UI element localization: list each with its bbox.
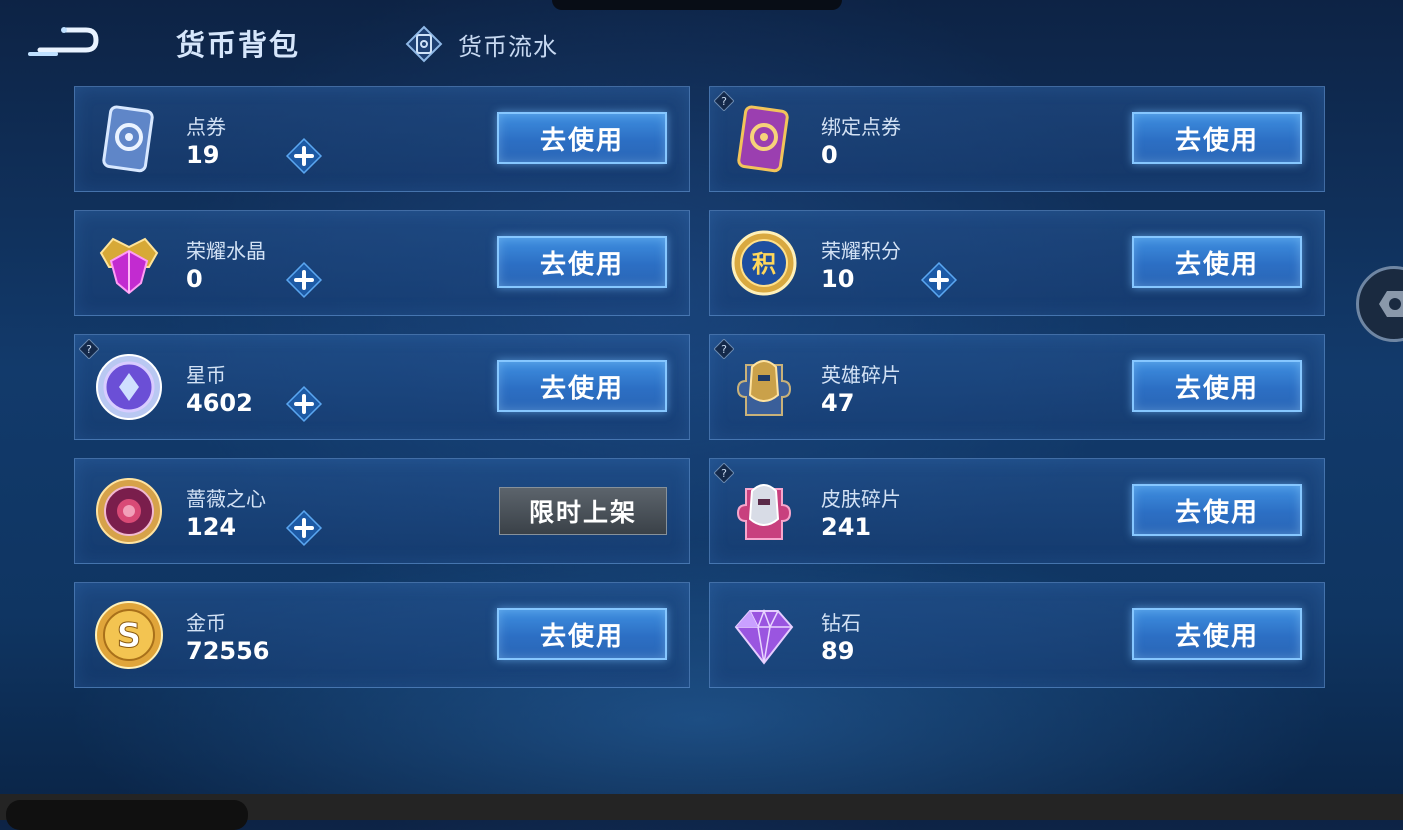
add-coupon-button[interactable] xyxy=(285,137,323,175)
limited-time-button[interactable]: 限时上架 xyxy=(499,487,667,535)
currency-amount: 0 xyxy=(821,141,838,169)
currency-flow-icon xyxy=(405,25,443,63)
currency-amount: 241 xyxy=(821,513,872,541)
currency-amount: 0 xyxy=(186,265,203,293)
currency-name: 英雄碎片 xyxy=(821,363,901,387)
tab-currency-flow[interactable]: 货币流水 xyxy=(404,24,558,64)
currency-card-gold-coin: S 金币 72556 去使用 xyxy=(74,582,690,688)
bound-coupon-card-icon xyxy=(728,103,800,175)
currency-name: 星币 xyxy=(186,363,226,387)
currency-name: 钻石 xyxy=(821,611,861,635)
currency-name: 荣耀积分 xyxy=(821,239,901,263)
currency-card-star-coin: ? 星币 4602 去使用 xyxy=(74,334,690,440)
page-title: 货币背包 xyxy=(176,28,301,62)
tab-currency-flow-label: 货币流水 xyxy=(458,32,558,61)
use-glory-points-button[interactable]: 去使用 xyxy=(1132,236,1302,288)
use-gold-coin-button[interactable]: 去使用 xyxy=(497,608,667,660)
currency-name: 金币 xyxy=(186,611,226,635)
currency-name: 荣耀水晶 xyxy=(186,239,266,263)
currency-amount: 10 xyxy=(821,265,855,293)
add-glory-crystal-button[interactable] xyxy=(285,261,323,299)
svg-text:?: ? xyxy=(721,467,727,480)
back-arrow-icon xyxy=(28,27,99,56)
svg-text:?: ? xyxy=(721,95,727,108)
hero-fragment-icon xyxy=(728,351,800,423)
svg-text:S: S xyxy=(117,616,142,656)
diamond-icon xyxy=(728,599,800,671)
currency-card-skin-fragment: ? 皮肤碎片 241 去使用 xyxy=(709,458,1325,564)
plus-icon xyxy=(920,261,958,299)
rose-heart-icon xyxy=(93,475,165,547)
currency-card-rose-heart: 蔷薇之心 124 限时上架 xyxy=(74,458,690,564)
use-skin-fragment-button[interactable]: 去使用 xyxy=(1132,484,1302,536)
svg-text:?: ? xyxy=(86,343,92,356)
use-hero-fragment-button[interactable]: 去使用 xyxy=(1132,360,1302,412)
gold-coin-icon: S xyxy=(93,599,165,671)
add-glory-points-button[interactable] xyxy=(920,261,958,299)
currency-name: 蔷薇之心 xyxy=(186,487,266,511)
currency-card-bound-coupon: ? 绑定点券 0 去使用 xyxy=(709,86,1325,192)
plus-icon xyxy=(285,137,323,175)
currency-card-glory-points: 积 荣耀积分 10 去使用 xyxy=(709,210,1325,316)
currency-amount: 72556 xyxy=(186,637,270,665)
currency-amount: 19 xyxy=(186,141,220,169)
coupon-card-icon xyxy=(93,103,165,175)
currency-card-diamond: 钻石 89 去使用 xyxy=(709,582,1325,688)
svg-text:?: ? xyxy=(721,343,727,356)
add-rose-heart-button[interactable] xyxy=(285,509,323,547)
currency-amount: 47 xyxy=(821,389,855,417)
plus-icon xyxy=(285,385,323,423)
use-diamond-button[interactable]: 去使用 xyxy=(1132,608,1302,660)
use-glory-crystal-button[interactable]: 去使用 xyxy=(497,236,667,288)
currency-card-coupon: 点券 19 去使用 xyxy=(74,86,690,192)
svg-text:积: 积 xyxy=(752,250,776,278)
top-notch xyxy=(552,0,842,10)
glory-crystal-icon xyxy=(93,227,165,299)
currency-amount: 89 xyxy=(821,637,855,665)
currency-name: 皮肤碎片 xyxy=(821,487,901,511)
skin-fragment-icon xyxy=(728,475,800,547)
glory-points-icon: 积 xyxy=(728,227,800,299)
currency-amount: 4602 xyxy=(186,389,253,417)
currency-card-hero-fragment: ? 英雄碎片 47 去使用 xyxy=(709,334,1325,440)
currency-name: 点券 xyxy=(186,115,226,139)
currency-amount: 124 xyxy=(186,513,237,541)
side-menu-handle[interactable] xyxy=(1356,266,1403,342)
add-star-coin-button[interactable] xyxy=(285,385,323,423)
back-button[interactable] xyxy=(26,24,102,60)
use-star-coin-button[interactable]: 去使用 xyxy=(497,360,667,412)
system-status-pill xyxy=(6,800,248,830)
plus-icon xyxy=(285,261,323,299)
use-coupon-button[interactable]: 去使用 xyxy=(497,112,667,164)
use-bound-coupon-button[interactable]: 去使用 xyxy=(1132,112,1302,164)
star-coin-icon xyxy=(93,351,165,423)
currency-name: 绑定点券 xyxy=(821,115,901,139)
plus-icon xyxy=(285,509,323,547)
currency-card-glory-crystal: 荣耀水晶 0 去使用 xyxy=(74,210,690,316)
hexagon-icon xyxy=(1379,291,1403,317)
